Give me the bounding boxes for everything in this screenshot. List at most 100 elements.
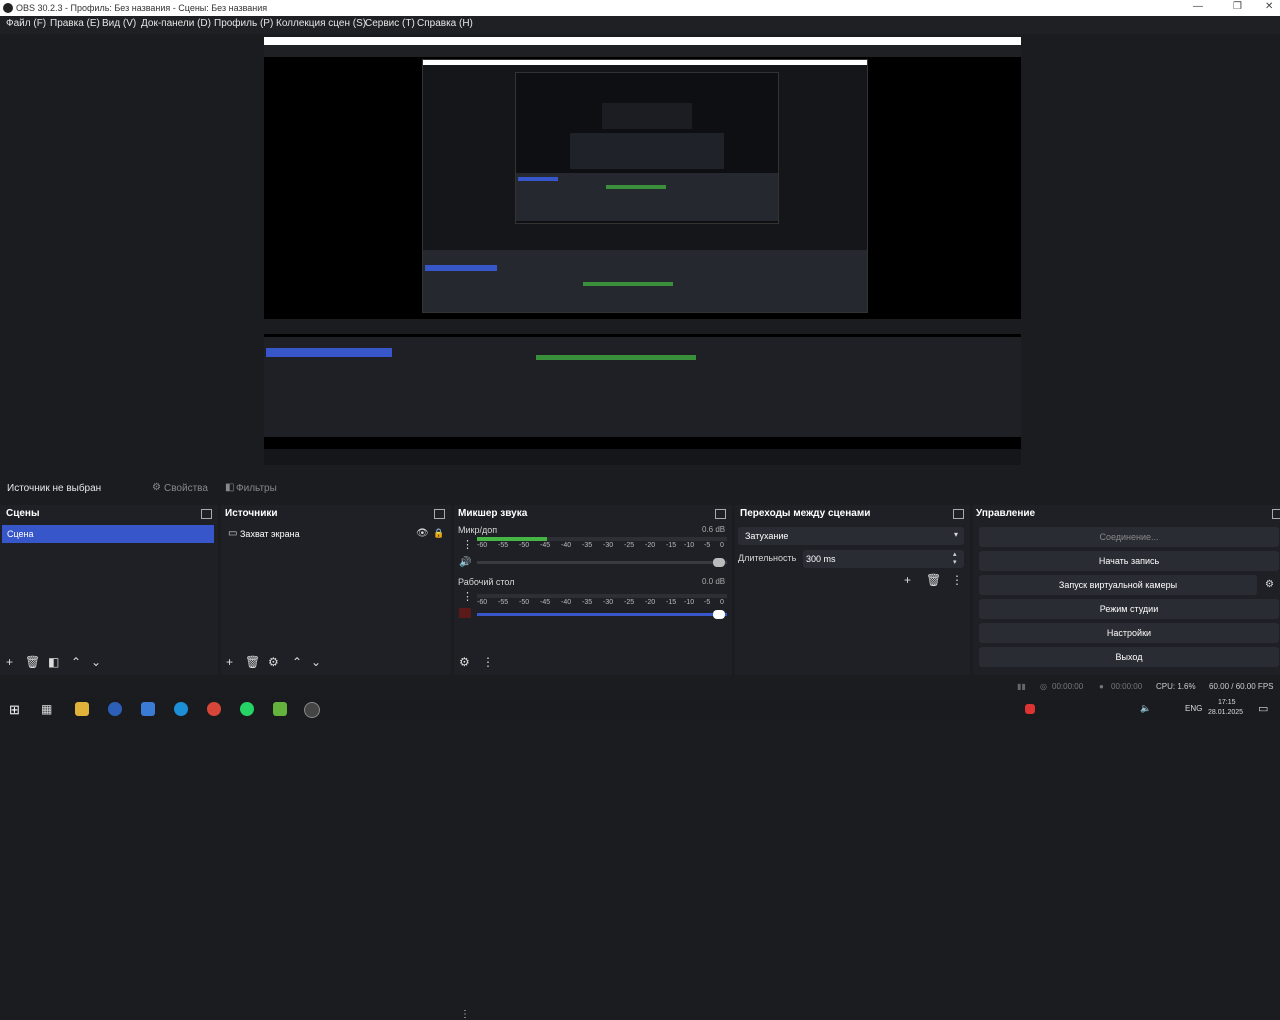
kebab-icon[interactable]: ⋮ <box>460 1009 470 1020</box>
menu-profile[interactable]: Профиль (P) <box>214 18 273 29</box>
transition-select[interactable]: Затухание ▾ <box>738 527 964 545</box>
record-time: 00:00:00 <box>1111 682 1143 691</box>
start-virtual-camera-button[interactable]: Запуск виртуальной камеры <box>979 575 1257 595</box>
eye-icon[interactable]: 👁 <box>416 528 429 539</box>
menu-docks[interactable]: Док-панели (D) <box>141 18 211 29</box>
calculator-icon[interactable] <box>141 702 155 716</box>
channel-menu-icon[interactable]: ⋮ <box>462 538 473 551</box>
settings-button[interactable]: Настройки <box>979 623 1279 643</box>
stream-time: 00:00:00 <box>1052 682 1084 691</box>
taskbar: ⊞ ▦ 🔈 ENG 17:15 28.01.2025 ▭ <box>0 698 1280 720</box>
move-up-icon[interactable]: ⌃ <box>71 656 81 668</box>
undock-icon[interactable] <box>715 509 726 519</box>
menu-scene-collection[interactable]: Коллекция сцен (S) <box>276 18 366 29</box>
transitions-dock-header: Переходы между сценами <box>735 505 970 523</box>
scene-item-label: Сцена <box>7 529 34 539</box>
stream-icon: ◎ <box>1040 682 1047 691</box>
trash-icon[interactable]: 🗑 <box>926 574 941 586</box>
scene-filter-icon[interactable]: ◧ <box>48 656 59 668</box>
transitions-dock: Переходы между сценами Затухание ▾ Длите… <box>735 505 970 675</box>
preview-canvas[interactable] <box>264 37 1021 465</box>
status-bar: ▮▮ ◎ 00:00:00 ● 00:00:00 CPU: 1.6% 60.00… <box>0 678 1280 696</box>
connect-button[interactable]: Соединение... <box>979 527 1279 547</box>
clock-date: 28.01.2025 <box>1208 709 1244 716</box>
move-down-icon[interactable]: ⌄ <box>91 656 101 668</box>
spin-down-icon[interactable]: ▾ <box>953 558 957 566</box>
menu-view[interactable]: Вид (V) <box>102 18 136 29</box>
obs-icon[interactable] <box>304 702 320 718</box>
mixer-settings-icon[interactable]: ⚙ <box>459 656 470 668</box>
menu-help[interactable]: Справка (H) <box>417 18 473 29</box>
add-icon[interactable]: + <box>6 656 13 668</box>
move-down-icon[interactable]: ⌄ <box>311 656 321 668</box>
duration-label: Длительность <box>738 553 797 563</box>
edge-icon[interactable] <box>174 702 188 716</box>
undock-icon[interactable] <box>953 509 964 519</box>
undock-icon[interactable] <box>434 509 445 519</box>
windows-start-icon[interactable]: ⊞ <box>9 702 20 718</box>
muted-speaker-icon[interactable] <box>459 608 471 618</box>
gear-icon[interactable]: ⚙ <box>268 656 279 668</box>
minimize-icon[interactable]: — <box>1193 1 1203 12</box>
properties-button[interactable]: Свойства <box>164 483 208 494</box>
chrome-icon[interactable] <box>207 702 221 716</box>
source-toolbar: Источник не выбран ⚙ Свойства ◧ Фильтры <box>0 476 1280 500</box>
gear-icon[interactable]: ⚙ <box>1265 579 1274 590</box>
controls-dock-header: Управление <box>973 505 1280 523</box>
transitions-title: Переходы между сценами <box>740 508 871 519</box>
start-recording-button[interactable]: Начать запись <box>979 551 1279 571</box>
menu-tools[interactable]: Сервис (T) <box>365 18 415 29</box>
level-meter <box>477 537 727 541</box>
channel-db: 0.6 dB <box>702 525 726 534</box>
minecraft-icon[interactable] <box>273 702 287 716</box>
speaker-icon[interactable]: 🔊 <box>459 557 471 568</box>
duration-value: 300 ms <box>806 554 836 564</box>
whatsapp-icon[interactable] <box>240 702 254 716</box>
notification-icon[interactable]: ▭ <box>1258 702 1268 715</box>
duration-spinbox[interactable]: 300 ms ▴ ▾ <box>803 550 964 568</box>
language-indicator[interactable]: ENG <box>1185 704 1202 713</box>
kebab-icon[interactable]: ⋮ <box>951 574 963 586</box>
scenes-dock-header: Сцены <box>0 505 218 523</box>
menu-file[interactable]: Файл (F) <box>6 18 46 29</box>
speaker-icon[interactable]: 🔈 <box>1140 703 1151 714</box>
file-explorer-icon[interactable] <box>75 702 89 716</box>
add-icon[interactable]: + <box>226 656 233 668</box>
level-meter <box>477 594 727 598</box>
volume-slider[interactable] <box>477 610 727 619</box>
volume-slider[interactable] <box>477 558 727 567</box>
task-view-icon[interactable]: ▦ <box>41 702 52 716</box>
maximize-icon[interactable]: ❐ <box>1233 1 1242 12</box>
clock-app-icon[interactable] <box>108 702 122 716</box>
source-item[interactable]: ▭ Захват экрана 👁 🔒 <box>223 527 449 543</box>
undock-icon[interactable] <box>201 509 212 519</box>
mixer-title: Микшер звука <box>458 508 528 519</box>
menu-bar: Файл (F) Правка (E) Вид (V) Док-панели (… <box>0 16 1280 34</box>
filters-button[interactable]: Фильтры <box>236 483 277 494</box>
exit-button[interactable]: Выход <box>979 647 1279 667</box>
add-icon[interactable]: + <box>904 574 911 586</box>
scenes-dock: Сцены Сцена + 🗑 ◧ ⌃ ⌄ <box>0 505 218 675</box>
menu-edit[interactable]: Правка (E) <box>50 18 100 29</box>
trash-icon[interactable]: 🗑 <box>245 656 260 668</box>
channel-db: 0.0 dB <box>702 577 726 586</box>
cpu-usage: CPU: 1.6% <box>1156 682 1196 691</box>
transition-type: Затухание <box>745 531 789 541</box>
chevron-down-icon: ▾ <box>954 530 959 539</box>
spin-up-icon[interactable]: ▴ <box>953 550 957 558</box>
scene-item[interactable]: Сцена <box>2 525 214 543</box>
nested-preview <box>422 59 868 313</box>
sources-dock: Источники ▭ Захват экрана 👁 🔒 + 🗑 ⚙ ⌃ ⌄ <box>221 505 451 675</box>
tray-app-icon[interactable] <box>1025 704 1035 714</box>
trash-icon[interactable]: 🗑 <box>25 656 40 668</box>
sources-dock-header: Источники <box>221 505 451 523</box>
close-icon[interactable]: ✕ <box>1265 1 1273 12</box>
channel-menu-icon[interactable]: ⋮ <box>462 590 473 603</box>
move-up-icon[interactable]: ⌃ <box>292 656 302 668</box>
kebab-icon[interactable]: ⋮ <box>482 656 494 668</box>
nested-menubar <box>264 45 1021 57</box>
fps-readout: 60.00 / 60.00 FPS <box>1209 682 1274 691</box>
lock-icon[interactable]: 🔒 <box>433 528 444 539</box>
undock-icon[interactable] <box>1272 509 1280 519</box>
studio-mode-button[interactable]: Режим студии <box>979 599 1279 619</box>
